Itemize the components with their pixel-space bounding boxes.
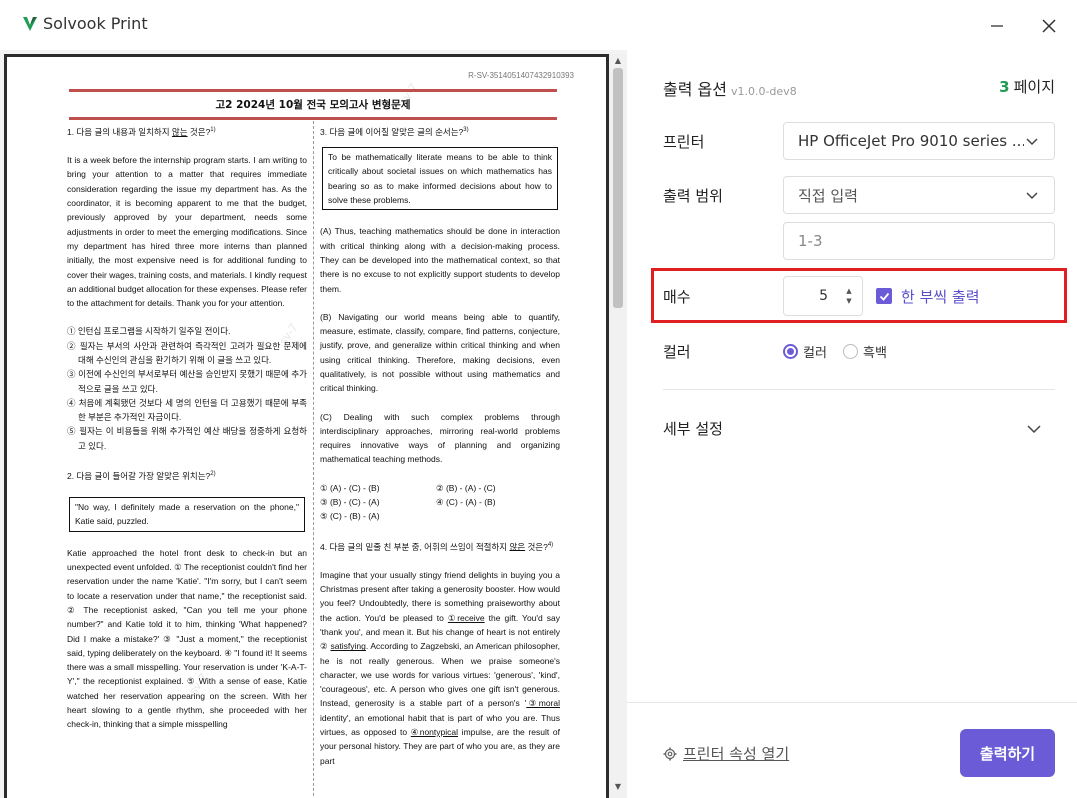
question-1-passage: It is a week before the internship progr… [67,155,307,309]
document-id: R-SV-3514051407432910393 [468,71,574,80]
printer-select[interactable]: HP OfficeJet Pro 9010 series ... [783,122,1055,160]
scroll-up-icon[interactable]: ▲ [613,56,623,66]
option: ③ (B) - (C) - (A) [320,497,380,508]
question-3-options: ① (A) - (C) - (B) ② (B) - (A) - (C) ③ (B… [320,481,560,524]
collate-checkbox[interactable] [876,288,892,304]
copies-value: 5 [819,288,828,304]
question-1-prompt: 1. 다음 글의 내용과 일치하지 않는 것은?1) [67,126,216,137]
close-icon [1042,19,1056,33]
app-title: Solvook Print [43,14,148,33]
copies-label: 매수 [663,288,691,306]
question-2-prompt: 2. 다음 글이 들어갈 가장 알맞은 위치는?2) [67,470,216,481]
choice: ③ 이전에 수신인의 부서로부터 예산을 승인받지 못했기 때문에 추가적으로 … [67,369,307,394]
question-4-prompt: 4. 다음 글의 밑줄 친 부분 중, 어휘의 쓰임이 적절하지 않은 것은?4… [320,541,554,552]
minimize-icon [991,25,1003,27]
print-button[interactable]: 출력하기 [960,729,1055,777]
question-4-passage: Imagine that your usually stingy friend … [320,569,561,766]
right-column: 3. 다음 글에 이어질 알맞은 글의 순서는?3) To be mathema… [320,123,560,768]
chevron-down-icon[interactable] [1025,422,1043,436]
title-rule-top [69,89,557,92]
column-divider [313,121,314,798]
mono-option-label[interactable]: 흑백 [863,342,887,361]
minimize-button[interactable] [983,12,1011,40]
question-1-choices: ① 인턴십 프로그램을 시작하기 일주일 전이다. ② 필자는 부서의 사안과 … [67,324,307,453]
preview-scrollbar[interactable]: ▲ ▼ [609,54,627,798]
range-label: 출력 범위 [663,187,723,205]
panel-title: 출력 옵션 v1.0.0-dev8 [663,80,797,99]
range-select[interactable]: 직접 입력 [783,176,1055,214]
stepper-arrows[interactable]: ▲ ▼ [836,277,862,315]
question-3-part-c: (C) Dealing with such complex problems t… [320,411,560,465]
option: ⑤ (C) - (B) - (A) [320,511,380,522]
print-preview[interactable]: R-SV-3514051407432910393 고2 2024년 10월 전국… [0,50,627,798]
option: ② (B) - (A) - (C) [436,482,496,493]
preview-page: R-SV-3514051407432910393 고2 2024년 10월 전국… [4,54,609,798]
solvook-logo-icon [23,17,37,31]
question-3-prompt: 3. 다음 글에 이어질 알맞은 글의 순서는?3) [320,126,469,137]
title-rule-bottom [69,117,557,120]
close-button[interactable] [1035,12,1063,40]
choice: ⑤ 필자는 이 비용들을 위해 추가적인 예산 배당을 정중하게 요청하고 있다… [67,426,307,451]
scrollbar-thumb[interactable] [613,68,623,308]
color-label: 컬러 [663,343,691,361]
choice: ② 필자는 부서의 사안과 관련하여 즉각적인 고려가 필요한 문제에 대해 수… [67,340,307,365]
question-2-box: "No way, I definitely made a reservation… [69,497,305,532]
printer-properties-link[interactable]: 프린터 속성 열기 [663,743,789,764]
panel-footer: 프린터 속성 열기 출력하기 [627,702,1077,798]
divider [663,389,1055,390]
mono-radio[interactable] [843,344,858,359]
question-2-passage: Katie approached the hotel front desk to… [67,547,307,730]
copies-stepper[interactable]: 5 ▲ ▼ [783,276,863,316]
option: ④ (C) - (A) - (B) [436,497,496,508]
check-icon [879,292,889,301]
color-option-label[interactable]: 컬러 [803,342,827,361]
question-3-box: To be mathematically literate means to b… [322,147,558,211]
document-title: 고2 2024년 10월 전국 모의고사 변형문제 [215,99,411,111]
choice: ① 인턴십 프로그램을 시작하기 일주일 전이다. [67,326,231,337]
choice: ④ 처음에 계획됐던 것보다 세 명의 인턴을 더 고용했기 때문에 부족한 부… [67,397,307,423]
title-bar: Solvook Print [0,0,1077,50]
print-options-panel: 출력 옵션 v1.0.0-dev8 3 페이지 프린터 HP OfficeJet P… [627,50,1077,798]
question-3-part-a: (A) Thus, teaching mathematics should be… [320,226,560,294]
app-version: v1.0.0-dev8 [730,85,797,98]
collate-label[interactable]: 한 부씩 출력 [901,286,980,307]
decrement-icon[interactable]: ▼ [846,296,851,306]
increment-icon[interactable]: ▲ [846,286,851,296]
option: ① (A) - (C) - (B) [320,482,380,493]
page-count: 3 페이지 [999,78,1055,96]
color-radio[interactable] [783,344,798,359]
page-range-input[interactable]: 1-3 [783,222,1055,260]
scroll-down-icon[interactable]: ▼ [613,782,623,792]
left-column: 1. 다음 글의 내용과 일치하지 않는 것은?1) It is a week … [67,123,307,732]
question-3-part-b: (B) Navigating our world means being abl… [320,311,560,394]
chevron-down-icon [1026,192,1038,200]
details-toggle[interactable]: 세부 설정 [663,418,723,439]
printer-label: 프린터 [663,133,705,151]
gear-icon [663,747,677,760]
chevron-down-icon [1026,138,1038,146]
